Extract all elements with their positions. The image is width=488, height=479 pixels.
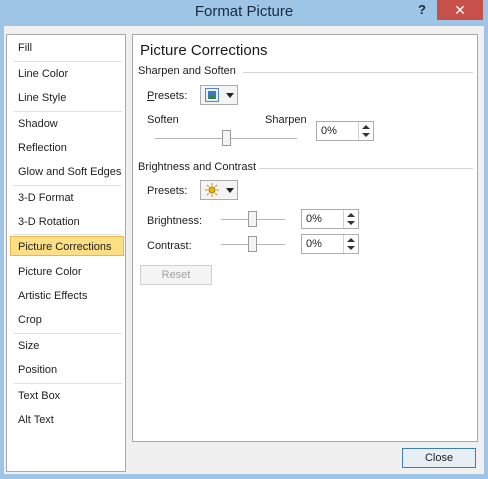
- nav-item-crop[interactable]: Crop: [13, 310, 123, 330]
- close-button[interactable]: Close: [402, 448, 476, 468]
- sharpen-presets-dropdown[interactable]: [200, 85, 238, 105]
- nav-item-line-style[interactable]: Line Style: [13, 88, 123, 108]
- brightness-value[interactable]: 0%: [306, 213, 322, 225]
- spin-up-icon[interactable]: [362, 125, 370, 129]
- contrast-label: Contrast:: [147, 240, 192, 252]
- nav-item-3d-format[interactable]: 3-D Format: [13, 188, 123, 208]
- sharpen-value-spinner[interactable]: 0%: [316, 121, 374, 141]
- sharpen-value[interactable]: 0%: [321, 125, 337, 137]
- spin-down-icon[interactable]: [362, 133, 370, 137]
- section-divider: [259, 168, 473, 169]
- nav-separator: [13, 333, 122, 334]
- dialog-body: Fill Line Color Line Style Shadow Reflec…: [4, 26, 484, 474]
- spinner-buttons[interactable]: [358, 122, 373, 140]
- window-close-button[interactable]: ✕: [437, 0, 483, 20]
- sharpen-presets-label: Presets:: [147, 90, 188, 102]
- nav-item-fill[interactable]: Fill: [13, 38, 123, 58]
- spin-up-icon[interactable]: [347, 213, 355, 217]
- nav-separator: [13, 61, 122, 62]
- spinner-buttons[interactable]: [343, 235, 358, 253]
- contrast-value-spinner[interactable]: 0%: [301, 234, 359, 254]
- contrast-slider-thumb[interactable]: [248, 236, 257, 252]
- nav-item-line-color[interactable]: Line Color: [13, 64, 123, 84]
- sharpen-slider-thumb[interactable]: [222, 130, 231, 146]
- soften-label: Soften: [147, 114, 179, 126]
- title-bar[interactable]: Format Picture ? ✕: [0, 0, 488, 25]
- nav-separator: [13, 185, 122, 186]
- brightness-presets-label: Presets:: [147, 185, 188, 197]
- spinner-buttons[interactable]: [343, 210, 358, 228]
- spin-down-icon[interactable]: [347, 246, 355, 250]
- nav-item-picture-corrections[interactable]: Picture Corrections: [10, 236, 124, 256]
- sharpen-label: Sharpen: [265, 114, 307, 126]
- help-button[interactable]: ?: [412, 2, 432, 20]
- contrast-value[interactable]: 0%: [306, 238, 322, 250]
- nav-item-text-box[interactable]: Text Box: [13, 386, 123, 406]
- nav-item-size[interactable]: Size: [13, 336, 123, 356]
- category-list: Fill Line Color Line Style Shadow Reflec…: [6, 34, 126, 472]
- nav-separator: [13, 234, 122, 235]
- nav-separator: [13, 111, 122, 112]
- sun-icon: [205, 183, 219, 197]
- brightness-section-header: Brightness and Contrast: [138, 161, 257, 173]
- reset-button[interactable]: Reset: [140, 265, 212, 285]
- nav-item-alt-text[interactable]: Alt Text: [13, 410, 123, 430]
- nav-item-3d-rotation[interactable]: 3-D Rotation: [13, 212, 123, 232]
- chevron-down-icon: [226, 188, 234, 193]
- brightness-value-spinner[interactable]: 0%: [301, 209, 359, 229]
- nav-separator: [13, 383, 122, 384]
- brightness-label: Brightness:: [147, 215, 203, 227]
- nav-item-position[interactable]: Position: [13, 360, 123, 380]
- nav-item-picture-color[interactable]: Picture Color: [13, 262, 123, 282]
- nav-item-glow-soft-edges[interactable]: Glow and Soft Edges: [13, 162, 123, 182]
- nav-item-reflection[interactable]: Reflection: [13, 138, 123, 158]
- brightness-slider-thumb[interactable]: [248, 211, 257, 227]
- settings-panel: Picture Corrections Sharpen and Soften P…: [132, 34, 478, 442]
- panel-title: Picture Corrections: [140, 42, 268, 59]
- section-divider: [243, 72, 473, 73]
- spin-up-icon[interactable]: [347, 238, 355, 242]
- nav-item-shadow[interactable]: Shadow: [13, 114, 123, 134]
- chevron-down-icon: [226, 93, 234, 98]
- spin-down-icon[interactable]: [347, 221, 355, 225]
- brightness-presets-dropdown[interactable]: [200, 180, 238, 200]
- nav-item-artistic-effects[interactable]: Artistic Effects: [13, 286, 123, 306]
- sharpen-preset-icon: [205, 88, 219, 102]
- sharpen-section-header: Sharpen and Soften: [138, 65, 236, 77]
- format-picture-dialog: Format Picture ? ✕ Fill Line Color Line …: [0, 0, 488, 479]
